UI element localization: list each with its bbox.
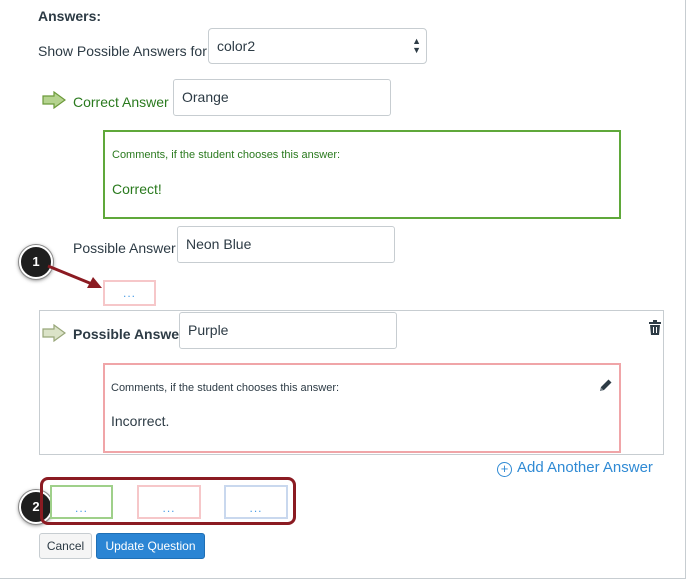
possible-answer-comment[interactable]: Comments, if the student chooses this an… — [103, 363, 621, 453]
possible-answer-input-purple[interactable]: Purple — [179, 312, 397, 349]
pencil-icon[interactable] — [598, 378, 613, 393]
comment-text: Correct! — [112, 181, 162, 197]
select-arrows-icon: ▲ ▼ — [412, 36, 421, 55]
possible-answer-label-bold: Possible Answer — [73, 326, 185, 342]
incorrect-comment-button[interactable]: ... — [137, 485, 201, 519]
correct-answer-input[interactable]: Orange — [173, 79, 391, 116]
plus-circle-icon: + — [497, 462, 512, 477]
possible-answer-arrow-icon[interactable] — [42, 324, 66, 342]
correct-answer-arrow-icon[interactable] — [42, 91, 66, 109]
comment-text: Incorrect. — [111, 413, 170, 429]
correct-comment-button[interactable]: ... — [50, 485, 113, 519]
add-another-answer-label: Add Another Answer — [517, 459, 653, 476]
blank-select-value: color2 — [217, 38, 256, 54]
cancel-button[interactable]: Cancel — [39, 533, 92, 559]
possible-answer-label: Possible Answer — [73, 240, 176, 256]
add-another-answer-link[interactable]: + Add Another Answer — [497, 459, 653, 477]
correct-answer-comment[interactable]: Comments, if the student chooses this an… — [103, 130, 621, 219]
trash-icon[interactable] — [648, 320, 662, 336]
callout-arrow-icon — [47, 264, 102, 288]
neutral-comment-button[interactable]: ... — [224, 485, 288, 519]
answers-heading: Answers: — [38, 8, 102, 24]
comment-label: Comments, if the student chooses this an… — [112, 149, 341, 161]
update-question-button[interactable]: Update Question — [96, 533, 205, 559]
question-answers-panel: Answers: Show Possible Answers for color… — [0, 0, 686, 579]
possible-answer-comment-collapsed[interactable]: ... — [103, 280, 156, 306]
blank-select[interactable]: color2 ▲ ▼ — [208, 28, 427, 64]
show-possible-answers-label: Show Possible Answers for — [38, 43, 207, 59]
comment-label: Comments, if the student chooses this an… — [111, 382, 340, 394]
possible-answer-input-neon-blue[interactable]: Neon Blue — [177, 226, 395, 263]
correct-answer-label: Correct Answer — [73, 94, 169, 110]
